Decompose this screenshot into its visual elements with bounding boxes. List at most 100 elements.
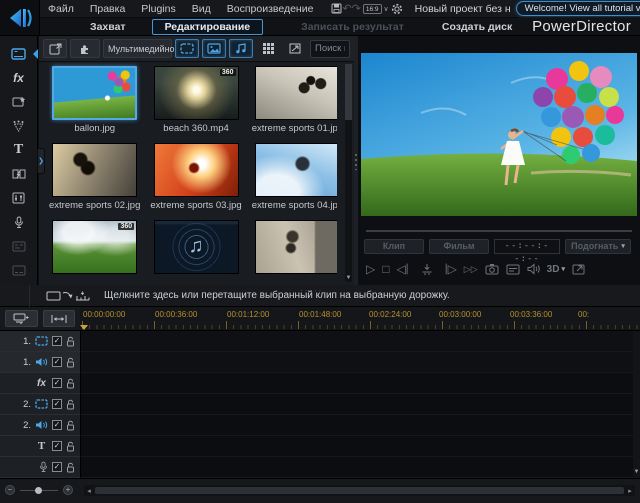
sidebar-expand-handle[interactable]: ❯ — [37, 148, 45, 174]
plugins-button[interactable] — [70, 39, 100, 58]
track-enable-checkbox[interactable] — [52, 420, 62, 430]
sidebar-item-transition-room[interactable] — [0, 162, 38, 186]
view-mode-button[interactable] — [256, 39, 280, 58]
tab-capture[interactable]: Захват — [90, 21, 126, 33]
settings-gear-button[interactable] — [391, 3, 403, 15]
track-header[interactable]: 2. — [0, 394, 80, 415]
timeline-ruler[interactable]: 00:00:00:00 00:00:36:00 00:01:12:00 00:0… — [80, 307, 640, 331]
undock-preview-button[interactable] — [572, 263, 585, 275]
redo-button[interactable]: ↷ — [352, 2, 361, 15]
sidebar-item-effect-room[interactable]: fx — [0, 66, 38, 90]
media-item-music-clip[interactable] — [150, 220, 241, 285]
filter-music-button[interactable] — [229, 39, 253, 58]
track-row-video-1[interactable]: 1. — [0, 331, 633, 352]
scrollbar-track[interactable] — [94, 486, 625, 495]
track-row-video-2[interactable]: 2. — [0, 394, 633, 415]
track-manager-button[interactable] — [5, 310, 38, 327]
preview-quality-button[interactable] — [506, 264, 520, 275]
track-row-title[interactable]: T — [0, 436, 633, 457]
media-item-skate-clip[interactable] — [252, 220, 337, 285]
track-row-effect[interactable]: fx — [0, 373, 633, 394]
media-item-extreme-sports-02[interactable]: extreme sports 02.jpg — [49, 143, 140, 220]
media-item-extreme-sports-04[interactable]: extreme sports 04.jpg — [252, 143, 337, 220]
import-media-button[interactable] — [43, 39, 67, 58]
collection-dropdown[interactable]: Мультимедийно... ∨ — [103, 39, 172, 58]
resize-thumbnails-button[interactable] — [283, 39, 307, 58]
scroll-right-arrow-icon[interactable]: ▸ — [625, 487, 635, 495]
seek-marker-button[interactable] — [421, 263, 433, 275]
preview-screen[interactable] — [361, 53, 637, 216]
track-lane[interactable] — [80, 352, 633, 373]
menu-file[interactable]: Файл — [40, 3, 82, 15]
timeline-splitter-dots[interactable]: ····· — [300, 286, 323, 295]
track-enable-checkbox[interactable] — [52, 336, 62, 346]
track-lane[interactable] — [80, 457, 633, 478]
track-row-audio-1[interactable]: 1. — [0, 352, 633, 373]
filter-photo-button[interactable] — [202, 39, 226, 58]
library-scrollbar[interactable]: ▼ — [345, 64, 352, 282]
next-frame-button[interactable]: ▕▷ — [440, 262, 457, 276]
track-lane[interactable] — [80, 373, 633, 394]
menu-playback[interactable]: Воспроизведение — [219, 3, 322, 15]
sidebar-item-voice-over-room[interactable] — [0, 210, 38, 234]
track-enable-checkbox[interactable] — [52, 378, 62, 388]
save-button[interactable] — [331, 3, 342, 14]
menu-plugins[interactable]: Plugins — [133, 3, 183, 15]
timeline-vertical-scrollbar[interactable]: ▼ — [633, 331, 640, 478]
media-thumbnail[interactable]: 360 — [154, 66, 239, 120]
filter-video-button[interactable] — [175, 39, 199, 58]
search-input[interactable] — [310, 40, 350, 58]
menu-edit[interactable]: Правка — [82, 3, 133, 15]
track-row-voice[interactable] — [0, 457, 633, 478]
sidebar-item-media-room[interactable] — [0, 42, 38, 66]
previous-frame-button[interactable]: ◁▏ — [396, 262, 413, 276]
track-header[interactable]: 1. — [0, 331, 80, 352]
scroll-down-arrow-icon[interactable]: ▼ — [345, 274, 352, 282]
drag-hint-bar[interactable]: Щелкните здесь или перетащите выбранный … — [0, 285, 640, 307]
media-thumbnail[interactable] — [52, 66, 137, 120]
scrollbar-thumb[interactable] — [345, 64, 352, 120]
tab-create-disc[interactable]: Создать диск — [442, 21, 512, 33]
zoom-in-button[interactable]: + — [63, 485, 73, 495]
media-thumbnail[interactable]: 360 — [52, 220, 137, 274]
track-lane[interactable] — [80, 436, 633, 457]
media-thumbnail[interactable] — [255, 66, 337, 120]
media-item-beach-360[interactable]: 360 beach 360.mp4 — [150, 66, 241, 143]
track-header[interactable]: 2. — [0, 415, 80, 436]
scrollbar-thumb[interactable] — [95, 487, 624, 494]
tab-edit[interactable]: Редактирование — [152, 19, 264, 35]
track-header[interactable]: fx — [0, 373, 80, 394]
play-button[interactable]: ▷ — [366, 262, 375, 276]
media-item-field-360[interactable]: 360 — [49, 220, 140, 285]
track-enable-checkbox[interactable] — [52, 357, 62, 367]
sidebar-item-pip-objects-room[interactable] — [0, 90, 38, 114]
media-thumbnail[interactable] — [154, 143, 239, 197]
undo-button[interactable]: ↶ — [342, 2, 351, 15]
track-row-audio-2[interactable]: 2. — [0, 415, 633, 436]
zoom-out-button[interactable]: − — [5, 485, 15, 495]
media-item-extreme-sports-03[interactable]: extreme sports 03.jpg — [150, 143, 241, 220]
scroll-left-arrow-icon[interactable]: ◂ — [84, 487, 94, 495]
timeline-horizontal-scrollbar[interactable]: ◂ ▸ — [84, 485, 635, 496]
scroll-down-arrow-icon[interactable]: ▼ — [633, 468, 640, 476]
stop-button[interactable]: □ — [382, 262, 389, 276]
aspect-ratio-selector[interactable]: 16:9 ∨ — [363, 4, 389, 14]
track-header[interactable]: 1. — [0, 352, 80, 373]
media-item-extreme-sports-01[interactable]: extreme sports 01.jpg — [252, 66, 337, 143]
media-thumbnail[interactable] — [255, 220, 337, 274]
volume-button[interactable] — [527, 263, 540, 275]
zoom-slider[interactable] — [20, 490, 58, 491]
zoom-slider-knob[interactable] — [35, 487, 42, 494]
track-header[interactable]: T — [0, 436, 80, 457]
track-enable-checkbox[interactable] — [52, 462, 62, 472]
track-lane[interactable] — [80, 394, 633, 415]
sidebar-item-audio-mixing-room[interactable] — [0, 186, 38, 210]
menu-view[interactable]: Вид — [184, 3, 219, 15]
track-enable-checkbox[interactable] — [52, 441, 62, 451]
fast-forward-button[interactable]: ▷▷ — [464, 262, 478, 276]
playhead-marker[interactable] — [80, 325, 88, 330]
track-header[interactable] — [0, 457, 80, 478]
media-thumbnail[interactable] — [52, 143, 137, 197]
sidebar-item-title-room[interactable]: T — [0, 138, 38, 162]
track-lane[interactable] — [80, 415, 633, 436]
